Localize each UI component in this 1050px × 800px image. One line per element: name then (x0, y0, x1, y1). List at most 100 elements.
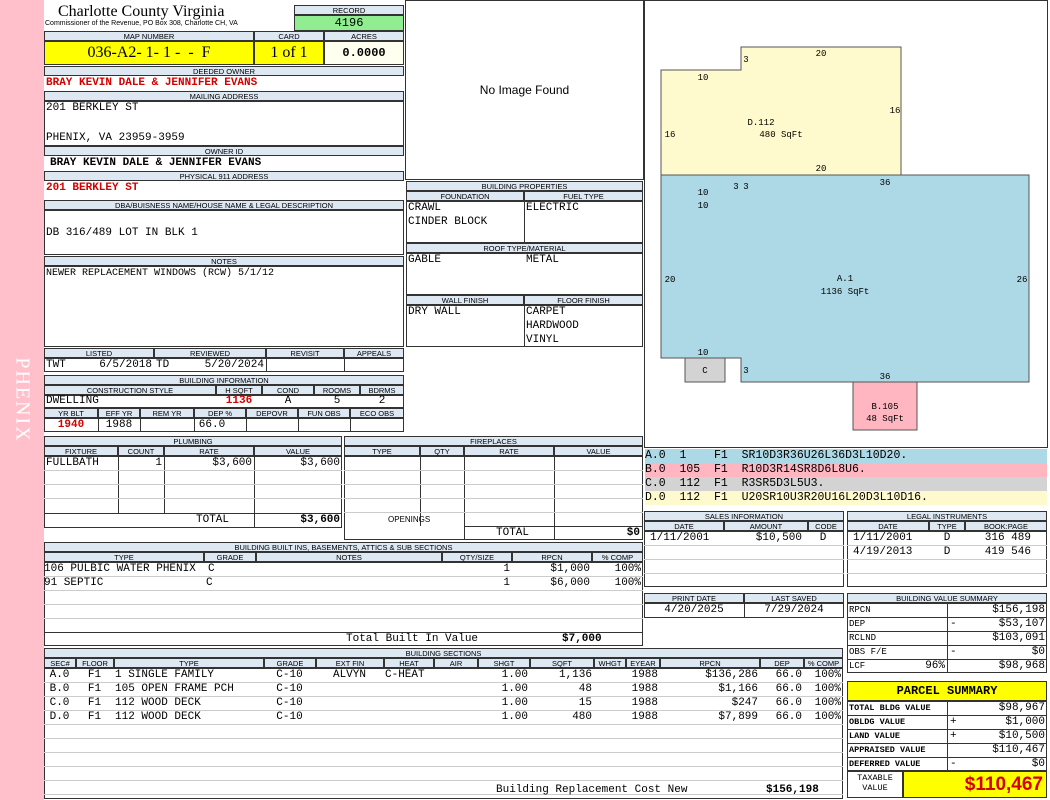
fuel-label: FUEL TYPE (524, 191, 643, 201)
bi-h-2: COND (262, 385, 314, 395)
sections-col-header: EXT FIN (316, 658, 384, 668)
taxable-label-1: TAXABLE (857, 773, 893, 783)
sketch-label-a: A.1 (837, 274, 853, 284)
dim-a-bottom: 36 (880, 372, 891, 382)
listed-date: 6/5/2018 (99, 359, 152, 371)
rule (246, 418, 247, 432)
section-cell: 112 WOOD DECK (115, 697, 201, 709)
fireplace-h-qty: QTY (420, 446, 464, 456)
section-cell: 1988 (631, 669, 658, 681)
card-value: 1 of 1 (254, 41, 324, 65)
dim-a-left: 20 (665, 275, 676, 285)
section-cell: C-10 (276, 697, 303, 709)
rule (847, 573, 1047, 574)
dim-d-right: 16 (890, 106, 901, 116)
dim-d-bottom: 20 (816, 164, 827, 174)
rule (344, 498, 643, 499)
section-cell: $1,166 (718, 683, 758, 695)
sections-col-header: DEP (760, 658, 804, 668)
sketch-area-d: 480 SqFt (759, 130, 802, 140)
rule (644, 573, 844, 574)
section-cell: 66.0 (775, 711, 802, 723)
sections-row-line (44, 794, 843, 795)
parcel-value-2: $10,500 (998, 730, 1045, 742)
sketch-label-b: B.105 (871, 402, 898, 412)
sketch-section-d (660, 46, 902, 176)
sections-row-line (44, 752, 843, 753)
sections-col-header: SHGT (478, 658, 530, 668)
condition: A (284, 395, 292, 407)
roof-label: ROOF TYPE/MATERIAL (406, 243, 643, 253)
deeded-owner: BRAY KEVIN DALE & JENNIFER EVANS (46, 77, 258, 89)
sale-date: 1/11/2001 (650, 532, 710, 544)
openings-label: OPENINGS (388, 515, 431, 524)
dim-a-b3: 3 (743, 366, 748, 376)
bi-h2-2: REM YR (140, 408, 194, 418)
parcel-value-1: $1,000 (1005, 716, 1045, 728)
building-sketch: D.112 480 SqFt A.1 1136 SqFt B.105 48 Sq… (660, 46, 1030, 431)
section-cell: 66.0 (775, 683, 802, 695)
sections-col-header: EYEAR (626, 658, 660, 668)
fireplaces-label: FIREPLACES (344, 436, 643, 446)
acres-value: 0.0000 (324, 41, 404, 65)
roof-material: METAL (526, 254, 560, 266)
dim-d-bl: 10 (698, 188, 709, 198)
plumbing-h-rate: RATE (164, 446, 254, 456)
section-cell: 100% (814, 683, 841, 695)
rule (44, 632, 643, 633)
parcel-value-4: $0 (1031, 758, 1045, 770)
section-cell: C-10 (276, 669, 303, 681)
sketch-legend-1: B.0 105 F1 R10D3R14SR8D6L8U6. (645, 463, 1047, 477)
rule (344, 358, 345, 372)
parcel-value-3: $110,467 (992, 744, 1045, 756)
dim-d-b3: 3 (733, 182, 738, 192)
appeals-label: APPEALS (344, 348, 404, 358)
listed-label: LISTED (44, 348, 154, 358)
section-cell: $136,286 (705, 669, 758, 681)
county-address: Commissioner of the Revenue, PO Box 308,… (45, 20, 238, 27)
mailing-line-2: PHENIX, VA 23959-3959 (46, 132, 185, 144)
section-cell: 100% (814, 697, 841, 709)
sections-col-header: FLOOR (76, 658, 114, 668)
dim-a-left-top: 10 (698, 201, 709, 211)
sketch-legend-2: C.0 112 F1 R3SR5D3L5U3. (645, 477, 1047, 491)
builtin-total: $7,000 (562, 633, 602, 645)
legal-h-type: TYPE (929, 521, 965, 531)
sketch-legend-3: D.0 112 F1 U20SR10U3R20U16L20D3L10D16. (645, 491, 1047, 505)
legal-desc-label: DBA/BUISNESS NAME/HOUSE NAME & LEGAL DES… (44, 200, 404, 210)
bedrooms: 2 (378, 395, 386, 407)
floor-finish-3: VINYL (526, 334, 560, 346)
vs-value-4: $98,968 (998, 660, 1045, 672)
builtin-h-grade: GRADE (204, 552, 256, 562)
side-bar: PHENIX (0, 0, 44, 800)
plumbing-total-label: TOTAL (196, 514, 230, 526)
physical-address-label: PHYSICAL 911 ADDRESS (44, 171, 404, 181)
rule (140, 418, 141, 432)
rule (524, 305, 525, 347)
vs-value-0: $156,198 (992, 604, 1045, 616)
section-cell: F1 (87, 683, 102, 695)
sections-col-header: WHGT (594, 658, 626, 668)
listed-by: TWT (46, 359, 66, 371)
bi-h-3: ROOMS (314, 385, 360, 395)
floor-finish-1: CARPET (526, 306, 566, 318)
builtin-qty-1: 1 (503, 577, 510, 589)
section-cell: 48 (578, 683, 592, 695)
section-cell: 1,136 (558, 669, 592, 681)
section-cell: ALVYN (332, 669, 366, 681)
sales-h-date: DATE (644, 521, 724, 531)
side-label: PHENIX (11, 357, 34, 443)
sections-col-header: GRADE (264, 658, 316, 668)
rule (194, 418, 195, 432)
roof-box (406, 253, 643, 295)
rule (350, 418, 351, 432)
vs-label-0: RPCN (849, 605, 871, 615)
parcel-value-0: $98,967 (998, 702, 1045, 714)
deeded-owner-label: DEEDED OWNER (44, 66, 404, 76)
sections-row-line (44, 766, 843, 767)
mailing-address-label: MAILING ADDRESS (44, 91, 404, 101)
value-summary-label: BUILDING VALUE SUMMARY (847, 593, 1047, 603)
section-cell: 1988 (631, 697, 658, 709)
roof-type: GABLE (408, 254, 442, 266)
last-saved-label: LAST SAVED (744, 593, 844, 603)
